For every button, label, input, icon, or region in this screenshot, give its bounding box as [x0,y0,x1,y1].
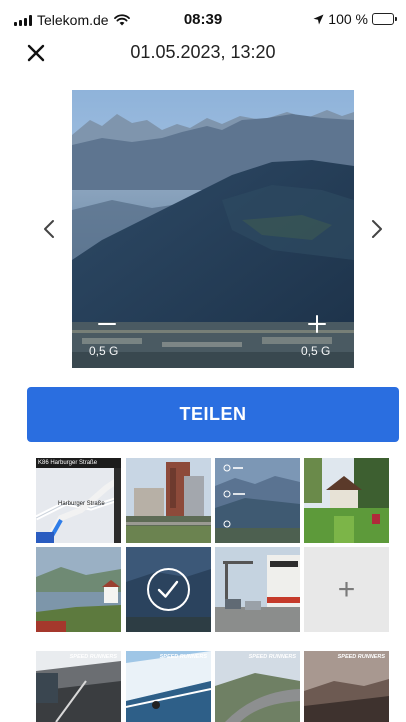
photo-thumb-road-2[interactable]: SPEED RUNNERS [126,651,211,722]
map-street-mid: Harburger Straße [58,501,105,507]
share-button[interactable]: TEILEN [27,387,399,442]
photo-thumb-ferry[interactable] [215,547,300,632]
battery-icon [372,13,397,25]
add-photo-button[interactable]: + [304,547,389,632]
battery-percent: 100 % [328,11,368,27]
chevron-left-icon[interactable] [38,216,60,242]
plus-icon: + [337,572,356,606]
zoom-out-icon[interactable] [96,313,118,335]
photo-thumb-lake[interactable] [36,547,121,632]
header: 01.05.2023, 13:20 [0,36,406,70]
photo-thumb-road-1[interactable]: SPEED RUNNERS [36,651,121,722]
location-arrow-icon [313,14,324,24]
zoom-value-right: 0,5 G [301,344,331,358]
photo-thumb-map[interactable]: K86 Harburger Straße Harburger Straße [36,458,121,543]
selected-check-icon [147,568,190,611]
photo-thumb-road-4[interactable]: SPEED RUNNERS [304,651,389,722]
photo-thumb-city[interactable] [126,458,211,543]
photo-thumb-app-overlay[interactable] [215,458,300,543]
thumb-badge-2: SPEED RUNNERS [159,654,207,660]
zoom-in-icon[interactable] [306,313,328,335]
map-street-top: K86 Harburger Straße [38,460,98,466]
photo-thumb-house[interactable] [304,458,389,543]
zoom-value-left: 0,5 G [89,344,119,358]
photo-thumb-selected[interactable] [126,547,211,632]
thumb-badge-4: SPEED RUNNERS [337,654,385,660]
photo-date-title: 01.05.2023, 13:20 [130,42,276,62]
thumb-badge-1: SPEED RUNNERS [69,654,117,660]
thumb-badge-3: SPEED RUNNERS [248,654,296,660]
status-bar: Telekom.de 08:39 100 % [0,0,406,40]
chevron-right-icon[interactable] [366,216,388,242]
photo-thumb-road-3[interactable]: SPEED RUNNERS [215,651,300,722]
status-right: 100 % [313,11,397,27]
